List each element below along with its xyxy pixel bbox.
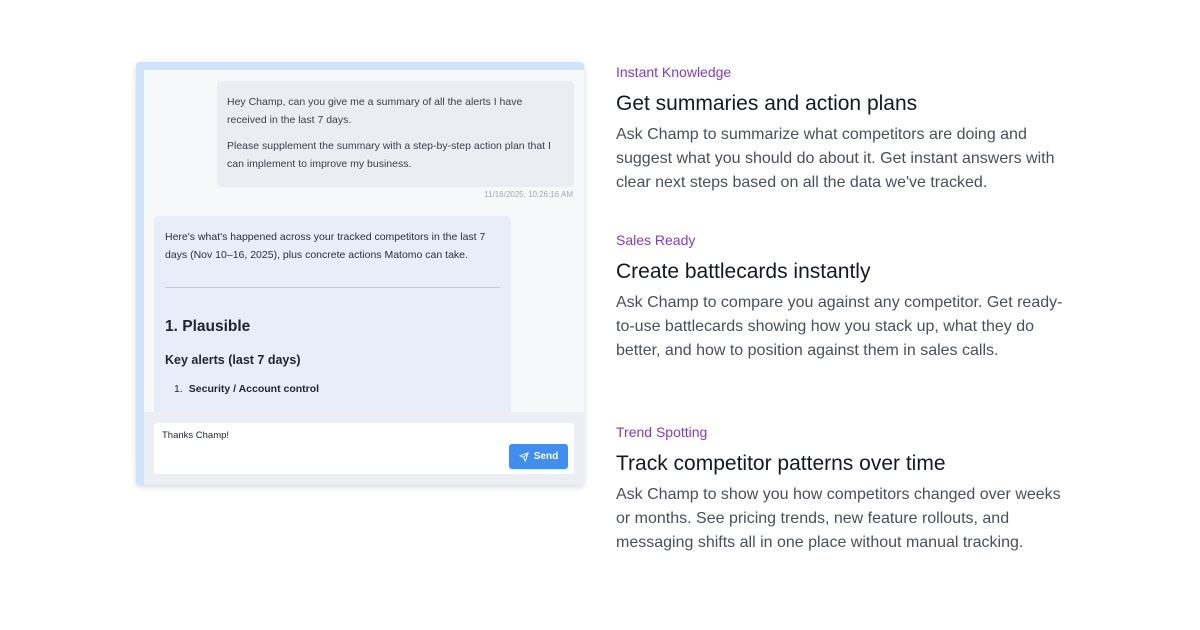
feature-eyebrow: Trend Spotting	[616, 424, 708, 440]
feature-title: Get summaries and action plans	[616, 92, 918, 115]
send-button[interactable]: Send	[509, 444, 568, 469]
feature-description: Ask Champ to compare you against any com…	[616, 294, 1063, 359]
composer-bar: Send	[144, 412, 584, 485]
assistant-message-bubble: Here's what's happened across your track…	[154, 216, 511, 416]
panel-accent-left	[136, 62, 144, 485]
feature-description: Ask Champ to show you how competitors ch…	[616, 486, 1061, 551]
feature-trend-spotting: Trend Spotting Track competitor patterns…	[616, 423, 1066, 555]
paper-plane-icon	[519, 451, 529, 462]
list-item-text: Security / Account control	[188, 383, 320, 395]
assistant-heading: 1. Plausible	[165, 318, 251, 335]
feature-sales-ready: Sales Ready Create battlecards instantly…	[616, 231, 1066, 363]
chat-preview-panel: Hey Champ, can you give me a summary of …	[136, 62, 584, 485]
feature-description: Ask Champ to summarize what competitors …	[616, 126, 1055, 191]
list-item-number: 1.	[174, 383, 183, 395]
feature-eyebrow: Instant Knowledge	[616, 64, 732, 80]
feature-instant-knowledge: Instant Knowledge Get summaries and acti…	[616, 63, 1066, 195]
user-message-paragraph: Hey Champ, can you give me a summary of …	[227, 96, 523, 126]
feature-eyebrow: Sales Ready	[616, 232, 696, 248]
message-timestamp: 11/16/2025, 10:26:16 AM	[484, 190, 573, 199]
assistant-list-item: 1. Security / Account control	[165, 383, 500, 395]
assistant-divider	[165, 287, 500, 288]
message-input[interactable]	[162, 430, 492, 441]
feature-title: Track competitor patterns over time	[616, 452, 946, 475]
feature-title: Create battlecards instantly	[616, 260, 871, 283]
assistant-intro: Here's what's happened across your track…	[165, 231, 486, 261]
panel-accent-top	[136, 62, 584, 70]
assistant-subheading: Key alerts (last 7 days)	[165, 353, 301, 367]
user-message-paragraph: Please supplement the summary with a ste…	[227, 140, 551, 170]
message-composer: Send	[154, 423, 574, 474]
send-button-label: Send	[533, 451, 559, 462]
user-message-bubble: Hey Champ, can you give me a summary of …	[217, 81, 574, 187]
